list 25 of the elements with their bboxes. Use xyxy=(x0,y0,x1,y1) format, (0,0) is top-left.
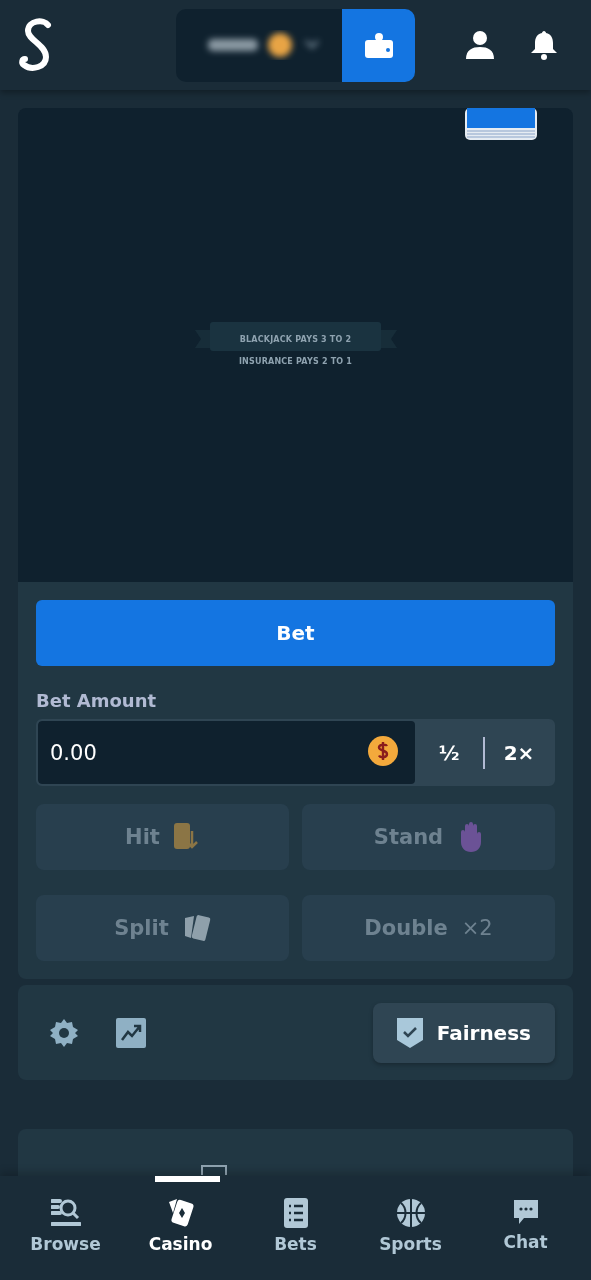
rule-text: INSURANCE PAYS 2 TO 1 xyxy=(238,357,353,366)
bell-icon[interactable] xyxy=(529,30,559,60)
list-icon xyxy=(283,1198,308,1228)
cards-icon xyxy=(182,914,211,942)
bet-button[interactable]: Bet xyxy=(36,600,555,666)
search-list-icon xyxy=(50,1198,81,1228)
basketball-icon xyxy=(395,1198,426,1228)
fairness-button[interactable]: Fairness xyxy=(372,1002,555,1063)
user-icon[interactable] xyxy=(465,30,495,60)
card-down-icon xyxy=(173,823,200,851)
nav-tab[interactable]: Sports xyxy=(360,1186,461,1270)
nav-tab[interactable]: Casino xyxy=(130,1186,231,1270)
shield-check-icon xyxy=(396,1017,423,1048)
nav-tab[interactable]: Bets xyxy=(245,1186,346,1270)
scroll-indicator xyxy=(155,1176,220,1182)
nav-tab[interactable]: Chat xyxy=(475,1186,576,1270)
field-label: Bet Amount xyxy=(36,690,158,711)
nav-tab[interactable]: Browse xyxy=(15,1186,116,1270)
wallet-button[interactable] xyxy=(342,8,415,82)
settings-icon[interactable] xyxy=(50,1018,78,1047)
rule-text: BLACKJACK PAYS 3 TO 2 xyxy=(239,335,352,344)
chart-icon[interactable] xyxy=(116,1017,146,1048)
chat-icon xyxy=(511,1198,540,1226)
wallet-icon xyxy=(364,32,393,58)
card-deck-icon xyxy=(465,108,537,140)
